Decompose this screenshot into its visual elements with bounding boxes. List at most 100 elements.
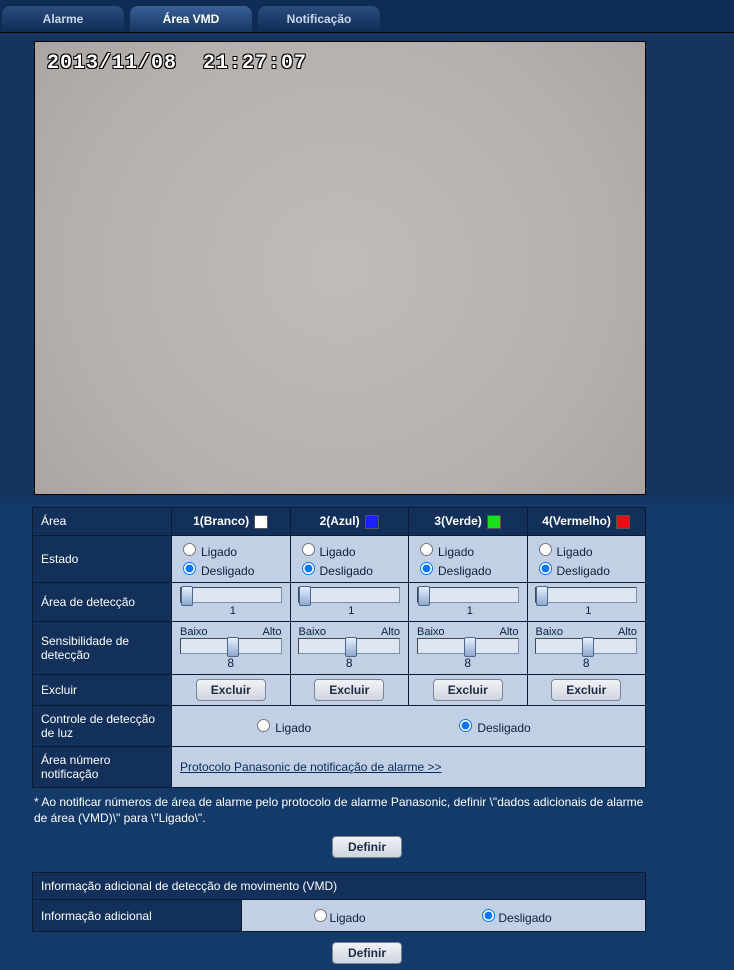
add-info-cell: Ligado Desligado — [242, 900, 646, 932]
estado-off-label: Desligado — [320, 564, 373, 578]
label-baixo: Baixo — [299, 626, 327, 638]
col-header-4: 4(Vermelho) — [527, 508, 646, 536]
row-label-lightctrl: Controle de detecção de luz — [33, 705, 172, 746]
sens-slider[interactable] — [180, 638, 282, 654]
lightctrl-on[interactable] — [257, 719, 270, 732]
excluir-c4: Excluir — [527, 674, 646, 705]
col-name: 4(Vermelho) — [542, 514, 611, 528]
add-info-label: Informação adicional — [33, 900, 242, 932]
excluir-c2: Excluir — [290, 674, 409, 705]
vmd-area-table: Área 1(Branco) 2(Azul) 3(Verde) 4(Vermel… — [32, 507, 646, 788]
tab-alarm[interactable]: Alarme — [2, 6, 124, 32]
swatch-white — [254, 515, 268, 529]
col-header-2: 2(Azul) — [290, 508, 409, 536]
label-alto: Alto — [618, 626, 637, 638]
estado-on-c2[interactable] — [302, 543, 315, 556]
tab-notify[interactable]: Notificação — [258, 6, 380, 32]
estado-on-c3[interactable] — [420, 543, 433, 556]
estado-c1: Ligado Desligado — [172, 535, 291, 582]
lightctrl-cell: Ligado Desligado — [172, 705, 646, 746]
estado-on-c1[interactable] — [183, 543, 196, 556]
det-slider[interactable] — [417, 587, 519, 603]
swatch-green — [487, 515, 501, 529]
lightctrl-off[interactable] — [459, 719, 472, 732]
row-label-excluir: Excluir — [33, 674, 172, 705]
swatch-blue — [365, 515, 379, 529]
label-alto: Alto — [263, 626, 282, 638]
det-slider-c2: 1 — [290, 582, 409, 621]
addinfo-on-label: Ligado — [330, 911, 366, 925]
tab-label: Área VMD — [163, 12, 220, 26]
excluir-c1: Excluir — [172, 674, 291, 705]
estado-c4: Ligado Desligado — [527, 535, 646, 582]
estado-on-label: Ligado — [557, 545, 593, 559]
link-protocol-panasonic[interactable]: Protocolo Panasonic de notificação de al… — [180, 760, 442, 774]
addinfo-off[interactable] — [482, 909, 495, 922]
sens-slider[interactable] — [417, 638, 519, 654]
sens-c1: BaixoAlto 8 — [172, 621, 291, 674]
label-alto: Alto — [381, 626, 400, 638]
col-header-1: 1(Branco) — [172, 508, 291, 536]
det-slider-c1: 1 — [172, 582, 291, 621]
tab-label: Notificação — [287, 12, 352, 26]
estado-off-label: Desligado — [438, 564, 491, 578]
col-name: 2(Azul) — [320, 514, 360, 528]
excluir-c3: Excluir — [409, 674, 528, 705]
label-baixo: Baixo — [417, 626, 445, 638]
delete-button-c2[interactable]: Excluir — [314, 679, 384, 701]
lightctrl-on-label: Ligado — [275, 721, 311, 735]
define-button-2[interactable]: Definir — [332, 942, 402, 964]
preview-area: 2013/11/08 21:27:07 — [0, 33, 734, 503]
row-label-sens: Sensibilidade de detecção — [33, 621, 172, 674]
estado-off-label: Desligado — [557, 564, 610, 578]
label-baixo: Baixo — [180, 626, 208, 638]
col-name: 3(Verde) — [434, 514, 481, 528]
det-value: 1 — [463, 605, 477, 617]
estado-on-label: Ligado — [201, 545, 237, 559]
delete-button-c1[interactable]: Excluir — [196, 679, 266, 701]
settings-panel: Área 1(Branco) 2(Azul) 3(Verde) 4(Vermel… — [0, 503, 734, 964]
col-header-3: 3(Verde) — [409, 508, 528, 536]
tab-vmd[interactable]: Área VMD — [130, 6, 252, 32]
row-label-estado: Estado — [33, 535, 172, 582]
det-value: 1 — [344, 605, 358, 617]
row-label-area: Área — [33, 508, 172, 536]
camera-preview[interactable]: 2013/11/08 21:27:07 — [34, 41, 646, 495]
add-info-title: Informação adicional de detecção de movi… — [33, 873, 646, 900]
det-slider[interactable] — [535, 587, 637, 603]
lightctrl-off-label: Desligado — [477, 721, 530, 735]
note-text: * Ao notificar números de área de alarme… — [32, 794, 650, 826]
addinfo-on[interactable] — [314, 909, 327, 922]
estado-off-c2[interactable] — [302, 562, 315, 575]
estado-off-c4[interactable] — [539, 562, 552, 575]
sens-c3: BaixoAlto 8 — [409, 621, 528, 674]
tab-label: Alarme — [43, 12, 84, 26]
estado-c2: Ligado Desligado — [290, 535, 409, 582]
vmd-add-info-table: Informação adicional de detecção de movi… — [32, 872, 646, 932]
det-slider[interactable] — [180, 587, 282, 603]
sens-slider[interactable] — [298, 638, 400, 654]
estado-on-label: Ligado — [438, 545, 474, 559]
estado-off-c3[interactable] — [420, 562, 433, 575]
swatch-red — [616, 515, 630, 529]
det-value: 1 — [581, 605, 595, 617]
sens-slider[interactable] — [535, 638, 637, 654]
det-slider-c4: 1 — [527, 582, 646, 621]
estado-c3: Ligado Desligado — [409, 535, 528, 582]
col-name: 1(Branco) — [193, 514, 249, 528]
row-label-areadet: Área de detecção — [33, 582, 172, 621]
areanum-cell: Protocolo Panasonic de notificação de al… — [172, 746, 646, 787]
det-slider[interactable] — [298, 587, 400, 603]
estado-on-label: Ligado — [320, 545, 356, 559]
addinfo-off-label: Desligado — [498, 911, 551, 925]
define-button-1[interactable]: Definir — [332, 836, 402, 858]
det-value: 1 — [226, 605, 240, 617]
delete-button-c4[interactable]: Excluir — [551, 679, 621, 701]
sens-c4: BaixoAlto 8 — [527, 621, 646, 674]
delete-button-c3[interactable]: Excluir — [433, 679, 503, 701]
sens-c2: BaixoAlto 8 — [290, 621, 409, 674]
row-label-areanum: Área número notificação — [33, 746, 172, 787]
label-baixo: Baixo — [536, 626, 564, 638]
estado-off-c1[interactable] — [183, 562, 196, 575]
estado-on-c4[interactable] — [539, 543, 552, 556]
